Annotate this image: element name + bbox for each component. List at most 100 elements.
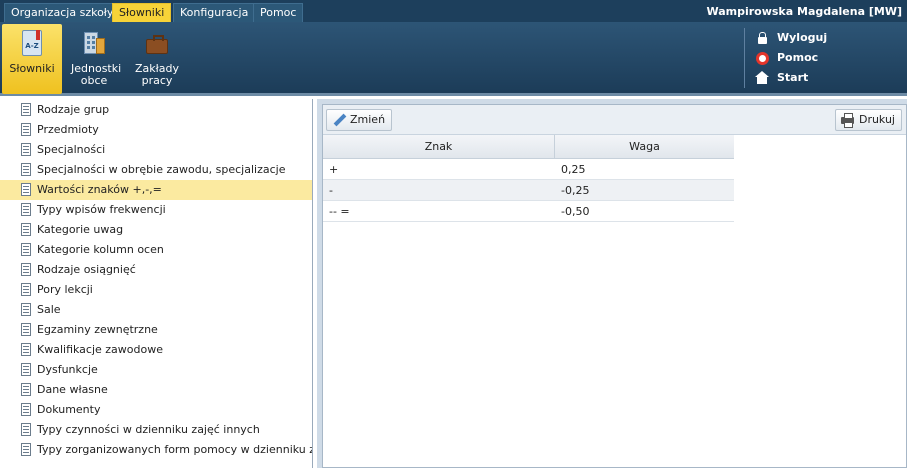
dictionary-item[interactable]: Dokumenty xyxy=(0,400,312,420)
cell-waga: -0,25 xyxy=(561,184,590,197)
dictionary-item[interactable]: Dysfunkcje xyxy=(0,360,312,380)
printer-icon xyxy=(840,113,854,128)
document-icon xyxy=(21,343,31,356)
help-link[interactable]: Pomoc xyxy=(753,48,894,68)
logout-link-label: Wyloguj xyxy=(777,31,828,44)
user-name: Wampirowska Magdalena [MW] xyxy=(706,5,902,18)
dictionary-list: Rodzaje grup Przedmioty Specjalności Specja… xyxy=(0,99,313,468)
cell-znak: -- = xyxy=(329,205,350,218)
start-link[interactable]: Start xyxy=(753,68,894,88)
dictionary-item[interactable]: Typy zorganizowanych form pomocy w dzien… xyxy=(0,440,312,460)
help-link-label: Pomoc xyxy=(777,51,819,64)
dictionary-item-label: Rodzaje osiągnięć xyxy=(37,263,136,276)
document-icon xyxy=(21,103,31,116)
document-icon xyxy=(21,303,31,316)
edit-button-label: Zmień xyxy=(350,113,386,126)
dictionary-item-label: Typy wpisów frekwencji xyxy=(37,203,166,216)
jednostki-obce-button-label: Jednostki obce xyxy=(71,62,122,87)
dictionary-item-label: Kategorie kolumn ocen xyxy=(37,243,164,256)
tab-konfiguracja[interactable]: Konfiguracja xyxy=(173,3,256,22)
document-icon xyxy=(21,183,31,196)
dictionary-item[interactable]: Przedmioty xyxy=(0,120,312,140)
dictionary-item[interactable]: Specjalności w obrębie zawodu, specjaliz… xyxy=(0,160,312,180)
document-icon xyxy=(21,123,31,136)
jednostki-obce-button[interactable]: Jednostki obce xyxy=(64,24,124,94)
dictionary-item-label: Typy zorganizowanych form pomocy w dzien… xyxy=(37,443,312,456)
document-icon xyxy=(21,143,31,156)
table-row[interactable]: +0,25 xyxy=(323,159,734,180)
column-header-znak[interactable]: Znak xyxy=(323,135,555,159)
dictionary-item[interactable]: Kwalifikacje zawodowe xyxy=(0,340,312,360)
cell-waga: 0,25 xyxy=(561,163,586,176)
dictionary-book-icon: A-Z xyxy=(19,30,45,58)
dictionary-item-label: Przedmioty xyxy=(37,123,99,136)
grid-body: +0,25 - -0,25 -- = -0,50 xyxy=(323,159,734,222)
document-icon xyxy=(21,363,31,376)
content-panel: Zmień Drukuj Znak Waga +0,25 - -0,25 -- = -0… xyxy=(322,104,907,468)
document-icon xyxy=(21,403,31,416)
dictionary-item-label: Pory lekcji xyxy=(37,283,93,296)
logout-link[interactable]: Wyloguj xyxy=(753,28,894,48)
dictionary-item-label: Dane własne xyxy=(37,383,108,396)
table-row[interactable]: -- = -0,50 xyxy=(323,201,734,222)
dictionary-item[interactable]: Kategorie kolumn ocen xyxy=(0,240,312,260)
dictionary-item-label: Kategorie uwag xyxy=(37,223,124,236)
tab-organizacja-szkoly[interactable]: Organizacja szkoły xyxy=(4,3,121,22)
briefcase-book-icon xyxy=(144,30,170,58)
edit-button[interactable]: Zmień xyxy=(326,109,393,131)
tab-slowniki[interactable]: Słowniki xyxy=(112,3,172,22)
grid-header: Znak Waga xyxy=(323,135,734,159)
document-icon xyxy=(21,323,31,336)
column-header-waga[interactable]: Waga xyxy=(555,135,734,159)
quick-links: Wyloguj Pomoc Start xyxy=(744,28,894,88)
grid-toolbar: Zmień Drukuj xyxy=(323,105,906,135)
zaklady-pracy-button-label: Zakłady pracy xyxy=(134,62,179,87)
dictionary-item-label: Sale xyxy=(37,303,61,316)
dictionary-item-label: Specjalności w obrębie zawodu, specjaliz… xyxy=(37,163,286,176)
dictionary-item-label: Wartości znaków +,-,= xyxy=(37,183,162,196)
document-icon xyxy=(21,423,31,436)
dictionary-item[interactable]: Egzaminy zewnętrzne xyxy=(0,320,312,340)
content-area: Zmień Drukuj Znak Waga +0,25 - -0,25 -- = -0… xyxy=(317,99,907,468)
zaklady-pracy-button[interactable]: Zakłady pracy xyxy=(127,24,187,94)
dictionary-item[interactable]: Wartości znaków +,-,= xyxy=(0,180,312,200)
slowniki-button-label: Słowniki xyxy=(9,62,55,75)
document-icon xyxy=(21,163,31,176)
document-icon xyxy=(21,203,31,216)
dictionary-item[interactable]: Pory lekcji xyxy=(0,280,312,300)
pencil-icon xyxy=(332,113,347,127)
dictionary-item[interactable]: Typy wpisów frekwencji xyxy=(0,200,312,220)
dictionary-item-label: Egzaminy zewnętrzne xyxy=(37,323,158,336)
slowniki-button[interactable]: A-Z Słowniki xyxy=(2,24,62,94)
tab-pomoc[interactable]: Pomoc xyxy=(253,3,304,22)
document-icon xyxy=(21,263,31,276)
dictionary-item[interactable]: Typy czynności w dzienniku zajęć innych xyxy=(0,420,312,440)
document-icon xyxy=(21,383,31,396)
dictionary-item[interactable]: Rodzaje grup xyxy=(0,100,312,120)
document-icon xyxy=(21,243,31,256)
cell-waga: -0,50 xyxy=(561,205,590,218)
dictionary-item-label: Dokumenty xyxy=(37,403,101,416)
values-grid: Znak Waga +0,25 - -0,25 -- = -0,50 xyxy=(323,135,734,222)
print-button-label: Drukuj xyxy=(858,113,895,126)
building-icon xyxy=(81,30,107,58)
dictionary-item[interactable]: Dane własne xyxy=(0,380,312,400)
dictionary-item[interactable]: Kategorie uwag xyxy=(0,220,312,240)
dictionary-item-label: Kwalifikacje zawodowe xyxy=(37,343,163,356)
cell-znak: - xyxy=(329,184,333,197)
start-link-label: Start xyxy=(777,71,809,84)
dictionary-item[interactable]: Rodzaje osiągnięć xyxy=(0,260,312,280)
dictionary-item-label: Rodzaje grup xyxy=(37,103,110,116)
dictionary-item-label: Specjalności xyxy=(37,143,106,156)
dictionary-item-label: Dysfunkcje xyxy=(37,363,98,376)
ribbon-toolbar: A-Z Słowniki Jednostki obce Zakłady prac… xyxy=(0,22,907,96)
dictionary-item[interactable]: Sale xyxy=(0,300,312,320)
document-icon xyxy=(21,283,31,296)
lifebuoy-icon xyxy=(755,52,769,65)
lock-icon xyxy=(755,32,769,45)
cell-znak: + xyxy=(329,163,339,176)
print-button[interactable]: Drukuj xyxy=(834,109,902,131)
table-row[interactable]: - -0,25 xyxy=(323,180,734,201)
document-icon xyxy=(21,443,31,456)
dictionary-item[interactable]: Specjalności xyxy=(0,140,312,160)
